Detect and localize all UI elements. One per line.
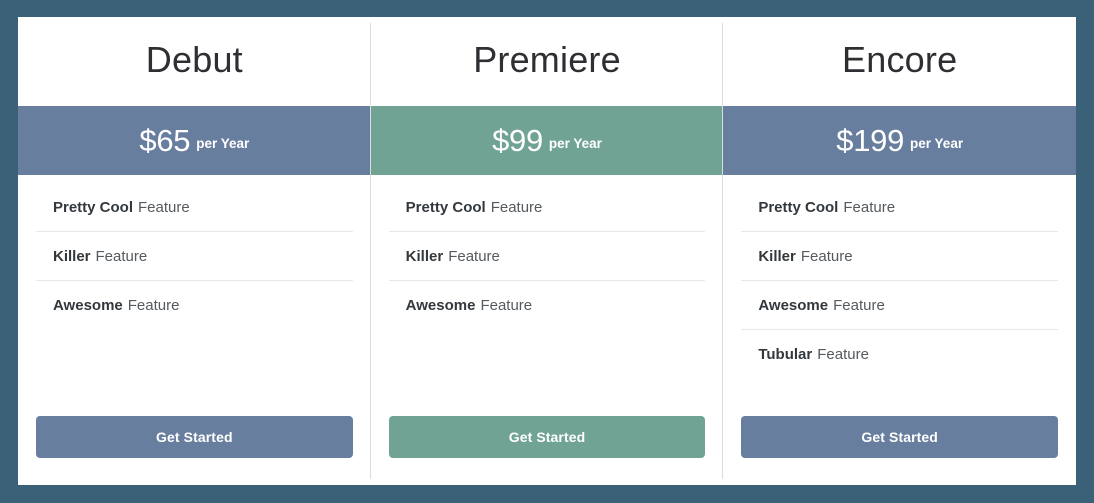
feature-name: Awesome [405,297,476,314]
feature-name: Pretty Cool [405,198,486,216]
get-started-button[interactable]: Get Started [741,416,1059,458]
price-period: per Year [910,136,964,151]
cta-container: Get Started [371,416,724,485]
feature-row: Pretty Cool Feature [741,183,1059,232]
price-band: $199 per Year [723,106,1077,175]
feature-suffix: Feature [95,247,148,265]
feature-list: Pretty Cool Feature Killer Feature Awesome Fe… [723,175,1076,416]
price-period: per Year [548,136,602,151]
price-band: $99 per Year [370,106,724,175]
plan-column-debut: Debut $65 per Year Pretty Cool Feature Killer… [18,17,371,485]
cta-container: Get Started [18,416,371,485]
price-period: per Year [196,136,250,151]
feature-row: Pretty Cool Feature [36,183,353,232]
feature-row: Awesome Feature [741,281,1059,330]
feature-suffix: Feature [480,297,533,314]
feature-name: Pretty Cool [758,198,839,216]
feature-suffix: Feature [817,346,869,363]
plan-name: Encore [842,38,958,80]
plan-name: Premiere [473,38,621,80]
feature-suffix: Feature [138,198,190,216]
feature-row: Awesome Feature [36,281,353,330]
get-started-button[interactable]: Get Started [36,416,353,458]
feature-suffix: Feature [127,297,180,314]
pricing-table: Debut $65 per Year Pretty Cool Feature Killer… [18,17,1077,485]
feature-name: Killer [405,247,444,265]
feature-row: Killer Feature [388,232,706,281]
feature-row: Killer Feature [36,232,353,281]
get-started-button[interactable]: Get Started [388,416,706,458]
price-amount: $99 [492,123,543,158]
feature-suffix: Feature [490,198,543,216]
feature-row: Pretty Cool Feature [388,183,706,232]
feature-row: Awesome Feature [389,281,706,330]
feature-suffix: Feature [800,247,853,265]
feature-name: Killer [53,247,91,265]
feature-suffix: Feature [448,247,500,265]
feature-row: Killer Feature [741,232,1059,281]
feature-row: Tubular Feature [741,330,1058,379]
feature-suffix: Feature [843,198,896,216]
feature-name: Tubular [758,346,813,363]
feature-name: Awesome [758,296,829,314]
cta-container: Get Started [723,416,1076,485]
feature-list: Pretty Cool Feature Killer Feature Awesome Fe… [371,175,724,416]
feature-name: Awesome [53,297,123,314]
plan-column-premiere: Premiere $99 per Year Pretty Cool Feature Kil… [369,17,724,485]
feature-name: Killer [758,247,796,265]
price-amount: $199 [836,123,905,158]
plan-name: Debut [145,38,243,80]
price-amount: $65 [139,123,191,158]
feature-list: Pretty Cool Feature Killer Feature Awesome Fe… [18,175,371,416]
price-band: $65 per Year [18,106,371,175]
plan-column-encore: Encore $199 per Year Pretty Cool Feature Kill… [722,17,1077,485]
feature-name: Pretty Cool [53,198,134,216]
feature-suffix: Feature [833,296,885,314]
